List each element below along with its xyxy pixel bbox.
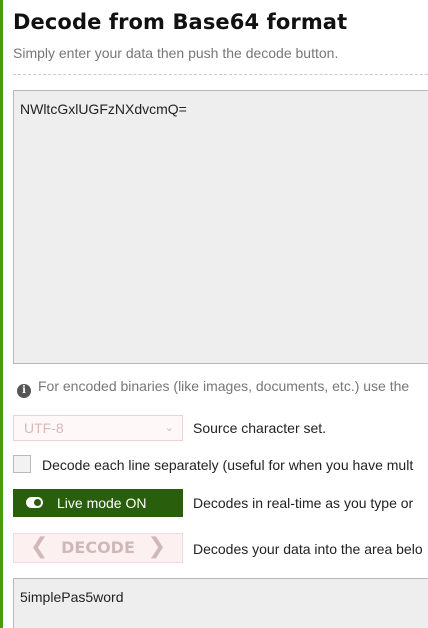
charset-select[interactable]: UTF-8 ⌄	[13, 415, 183, 441]
decode-button[interactable]: ❮ DECODE ❯	[13, 533, 183, 563]
decoded-output-textarea[interactable]: 5implePas5word	[13, 578, 428, 628]
decode-each-line-checkbox[interactable]	[13, 455, 31, 473]
decode-description: Decodes your data into the area belo	[193, 541, 423, 557]
live-mode-label: Live mode ON	[57, 495, 147, 511]
charset-selected-value: UTF-8	[24, 420, 64, 436]
chevron-left-icon: ❮	[30, 534, 49, 559]
decode-button-label: DECODE	[61, 538, 135, 557]
info-icon: i	[17, 384, 31, 398]
chevron-right-icon: ❯	[147, 534, 166, 559]
live-mode-description: Decodes in real-time as you type or	[193, 495, 414, 511]
divider	[13, 74, 428, 75]
info-note: i For encoded binaries (like images, docu…	[17, 378, 409, 398]
page-subtitle: Simply enter your data then push the dec…	[13, 45, 339, 61]
accent-border	[0, 0, 3, 628]
info-text: For encoded binaries (like images, docum…	[38, 378, 410, 394]
accent-top-border	[0, 0, 428, 4]
page-title: Decode from Base64 format	[13, 10, 348, 34]
chevron-down-icon: ⌄	[164, 422, 174, 434]
charset-label: Source character set.	[193, 420, 327, 436]
decode-each-line-label: Decode each line separately (useful for …	[42, 457, 414, 473]
live-mode-toggle[interactable]: Live mode ON	[13, 489, 183, 517]
base64-input-textarea[interactable]: NWltcGxlUGFzNXdvcmQ=	[13, 90, 428, 364]
toggle-icon	[26, 497, 43, 508]
